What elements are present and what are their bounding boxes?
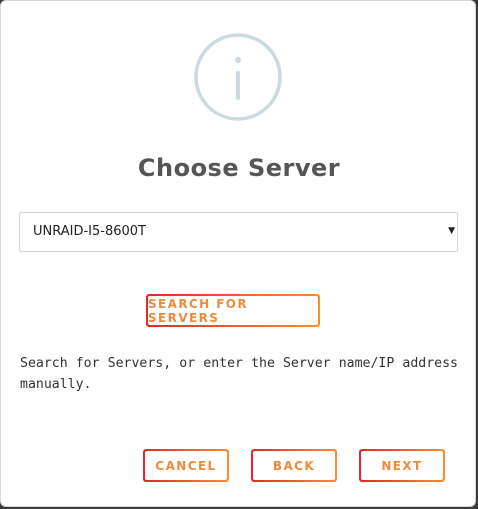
server-select-value: UNRAID-I5-8600T [33, 224, 146, 239]
info-icon [194, 33, 282, 121]
back-button-label: BACK [253, 451, 335, 480]
server-select[interactable]: UNRAID-I5-8600T ▼ [19, 212, 458, 252]
next-button-label: NEXT [361, 451, 443, 480]
cancel-button[interactable]: CANCEL [143, 449, 229, 482]
dialog-description: Search for Servers, or enter the Server … [20, 356, 458, 392]
search-for-servers-label: SEARCH FOR SERVERS [148, 296, 318, 325]
back-button[interactable]: BACK [251, 449, 337, 482]
dialog-title: Choose Server [137, 154, 341, 182]
choose-server-dialog: Choose Server UNRAID-I5-8600T ▼ SEARCH F… [0, 0, 476, 507]
cancel-button-label: CANCEL [145, 451, 227, 480]
dropdown-arrow-icon: ▼ [448, 226, 455, 236]
next-button[interactable]: NEXT [359, 449, 445, 482]
search-for-servers-button[interactable]: SEARCH FOR SERVERS [146, 294, 320, 327]
